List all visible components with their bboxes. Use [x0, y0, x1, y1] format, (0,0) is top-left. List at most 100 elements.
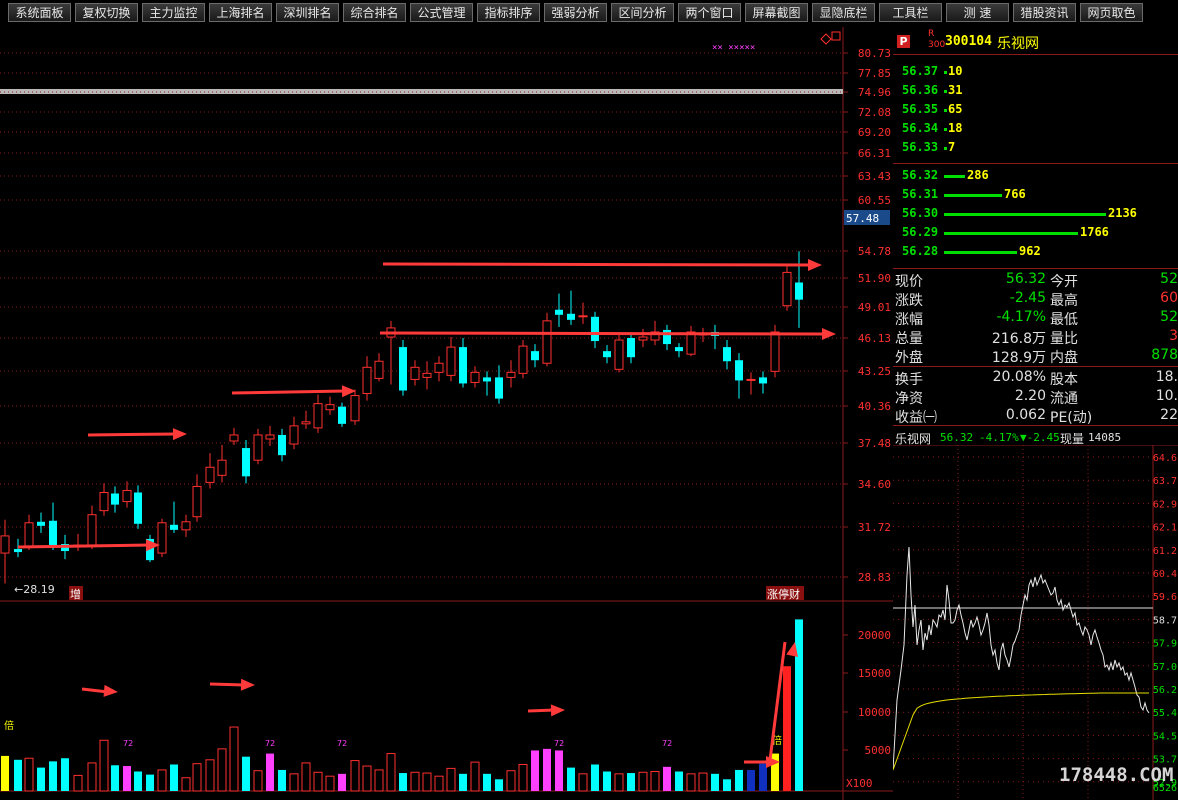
volume-bar: [434, 775, 444, 792]
candle-body: [242, 448, 250, 477]
volume-bar: [663, 766, 671, 791]
toolbar-button[interactable]: 工具栏: [879, 3, 942, 22]
volume-bar: [627, 773, 635, 791]
candle-body: [49, 520, 57, 545]
quote-value: 52: [1160, 309, 1178, 325]
ask-price: 56.33: [902, 140, 939, 154]
intraday-chart[interactable]: 64.6 63.7 62.9 62.1 61.2 60.4 59.6 58.7 57.9 57.0…: [893, 445, 1178, 800]
volume-bar: [531, 750, 539, 791]
toolbar-button[interactable]: 指标排序: [477, 3, 540, 22]
price-tick-label: 51.90: [858, 272, 891, 285]
candle-body: [663, 329, 671, 345]
watermark: 178448.COM: [1059, 764, 1174, 786]
price-tick-label: 28.83: [858, 571, 891, 584]
volume-bar: [446, 767, 456, 792]
quote-value: 60: [1160, 290, 1178, 306]
price-tick-label: 49.01: [858, 301, 891, 314]
volume-bar: [495, 779, 503, 791]
candle-body: [87, 514, 97, 546]
candle-body: [542, 320, 552, 364]
bid-bar: [944, 194, 1002, 197]
candle-body: [459, 347, 467, 384]
volume-bar: [650, 771, 660, 792]
toolbar-button[interactable]: 系统面板: [8, 3, 71, 22]
toolbar-button[interactable]: 主力监控: [142, 3, 205, 22]
candle-body: [37, 521, 45, 526]
price-tick-label: 74.96: [858, 86, 891, 99]
toolbar-button[interactable]: 屏幕截图: [745, 3, 808, 22]
volume-bar: [1, 755, 9, 791]
candle-body: [614, 339, 624, 370]
volume-bar: [795, 619, 803, 791]
candle-body: [735, 360, 743, 381]
volume-arrow-head: [103, 684, 118, 697]
stock-code: 300104: [945, 34, 992, 49]
bid-volume: 2136: [1108, 206, 1137, 220]
bid-volume: 962: [1019, 244, 1041, 258]
toolbar-button[interactable]: 综合排名: [343, 3, 406, 22]
zeng-tag: 增: [70, 587, 81, 601]
toolbar-button[interactable]: 显隐底栏: [812, 3, 875, 22]
signal-marks: ×× ×××××: [712, 43, 755, 53]
divider: [893, 54, 1178, 55]
toolbar-button[interactable]: 上海排名: [209, 3, 272, 22]
volume-bar: [157, 769, 167, 792]
r-sub: 300: [928, 40, 946, 50]
intraday-average-line: [893, 692, 1149, 771]
candle-body: [578, 315, 588, 318]
candle-body: [627, 338, 635, 358]
toolbar-button[interactable]: 网页取色: [1080, 3, 1143, 22]
candle-body: [518, 345, 528, 374]
candle-body: [289, 425, 299, 445]
bid-price: 56.31: [902, 187, 939, 201]
candle-body: [782, 271, 792, 307]
volume-bar: [555, 750, 563, 791]
volume-bar: [578, 773, 588, 792]
bid-price: 56.32: [902, 168, 939, 182]
volume-bar: [747, 769, 755, 791]
price-tick-label: 31.72: [858, 521, 891, 534]
candle-body: [134, 492, 142, 524]
low-price-marker: ←28.19: [14, 583, 55, 596]
candle-body: [470, 371, 480, 383]
volume-tick-label: 15000: [858, 667, 891, 680]
ask-bar: [944, 147, 947, 150]
candle-body: [446, 346, 456, 376]
right-panel: P R 300 300104 乐视网 56.37 10 56.36 31 56.35 65…: [893, 27, 1178, 800]
volume-bar: [24, 757, 34, 792]
toolbar-button[interactable]: 复权切换: [75, 3, 138, 22]
candle-body: [253, 434, 263, 461]
volume-bar: [313, 771, 323, 792]
p-badge[interactable]: P: [897, 35, 910, 48]
toolbar-button[interactable]: 区间分析: [611, 3, 674, 22]
volume-bar: [410, 771, 420, 792]
quote-value: 22: [1160, 407, 1178, 423]
toolbar-button[interactable]: 公式管理: [410, 3, 473, 22]
toolbar-button[interactable]: 强弱分析: [544, 3, 607, 22]
toolbar-button[interactable]: 两个窗口: [678, 3, 741, 22]
price-tick-label: 40.36: [858, 400, 891, 413]
current-price-tag: 57.48: [846, 212, 879, 225]
candle-body: [0, 535, 10, 554]
price-tick-label: 34.60: [858, 478, 891, 491]
toolbar-button[interactable]: 深圳排名: [276, 3, 339, 22]
volume-bar: [603, 771, 611, 791]
candle-body: [99, 491, 109, 512]
intraday-tick-label: 61.2: [1153, 546, 1177, 557]
volume-bar: [266, 753, 274, 791]
price-tick-label: 77.85: [858, 67, 891, 80]
toolbar-button[interactable]: 测 速: [946, 3, 1009, 22]
volume-bar: [49, 761, 57, 791]
volume-bar: [362, 765, 372, 792]
intraday-tick-label: 58.7: [1153, 615, 1177, 626]
volume-bar: [459, 773, 467, 791]
toolbar-button[interactable]: 猎股资讯: [1013, 3, 1076, 22]
volume-bar: [61, 758, 69, 791]
candle-body: [531, 351, 539, 361]
volume-bar: [723, 779, 731, 791]
volume-arrow-head: [240, 678, 255, 691]
volume-bar: [123, 766, 131, 791]
kline-chart[interactable]: 80.73 77.85 74.96 72.08 69.20 66.31 63.43 60.55…: [0, 27, 893, 800]
candle-body: [170, 524, 178, 530]
quote-value: 10.: [1155, 388, 1178, 404]
